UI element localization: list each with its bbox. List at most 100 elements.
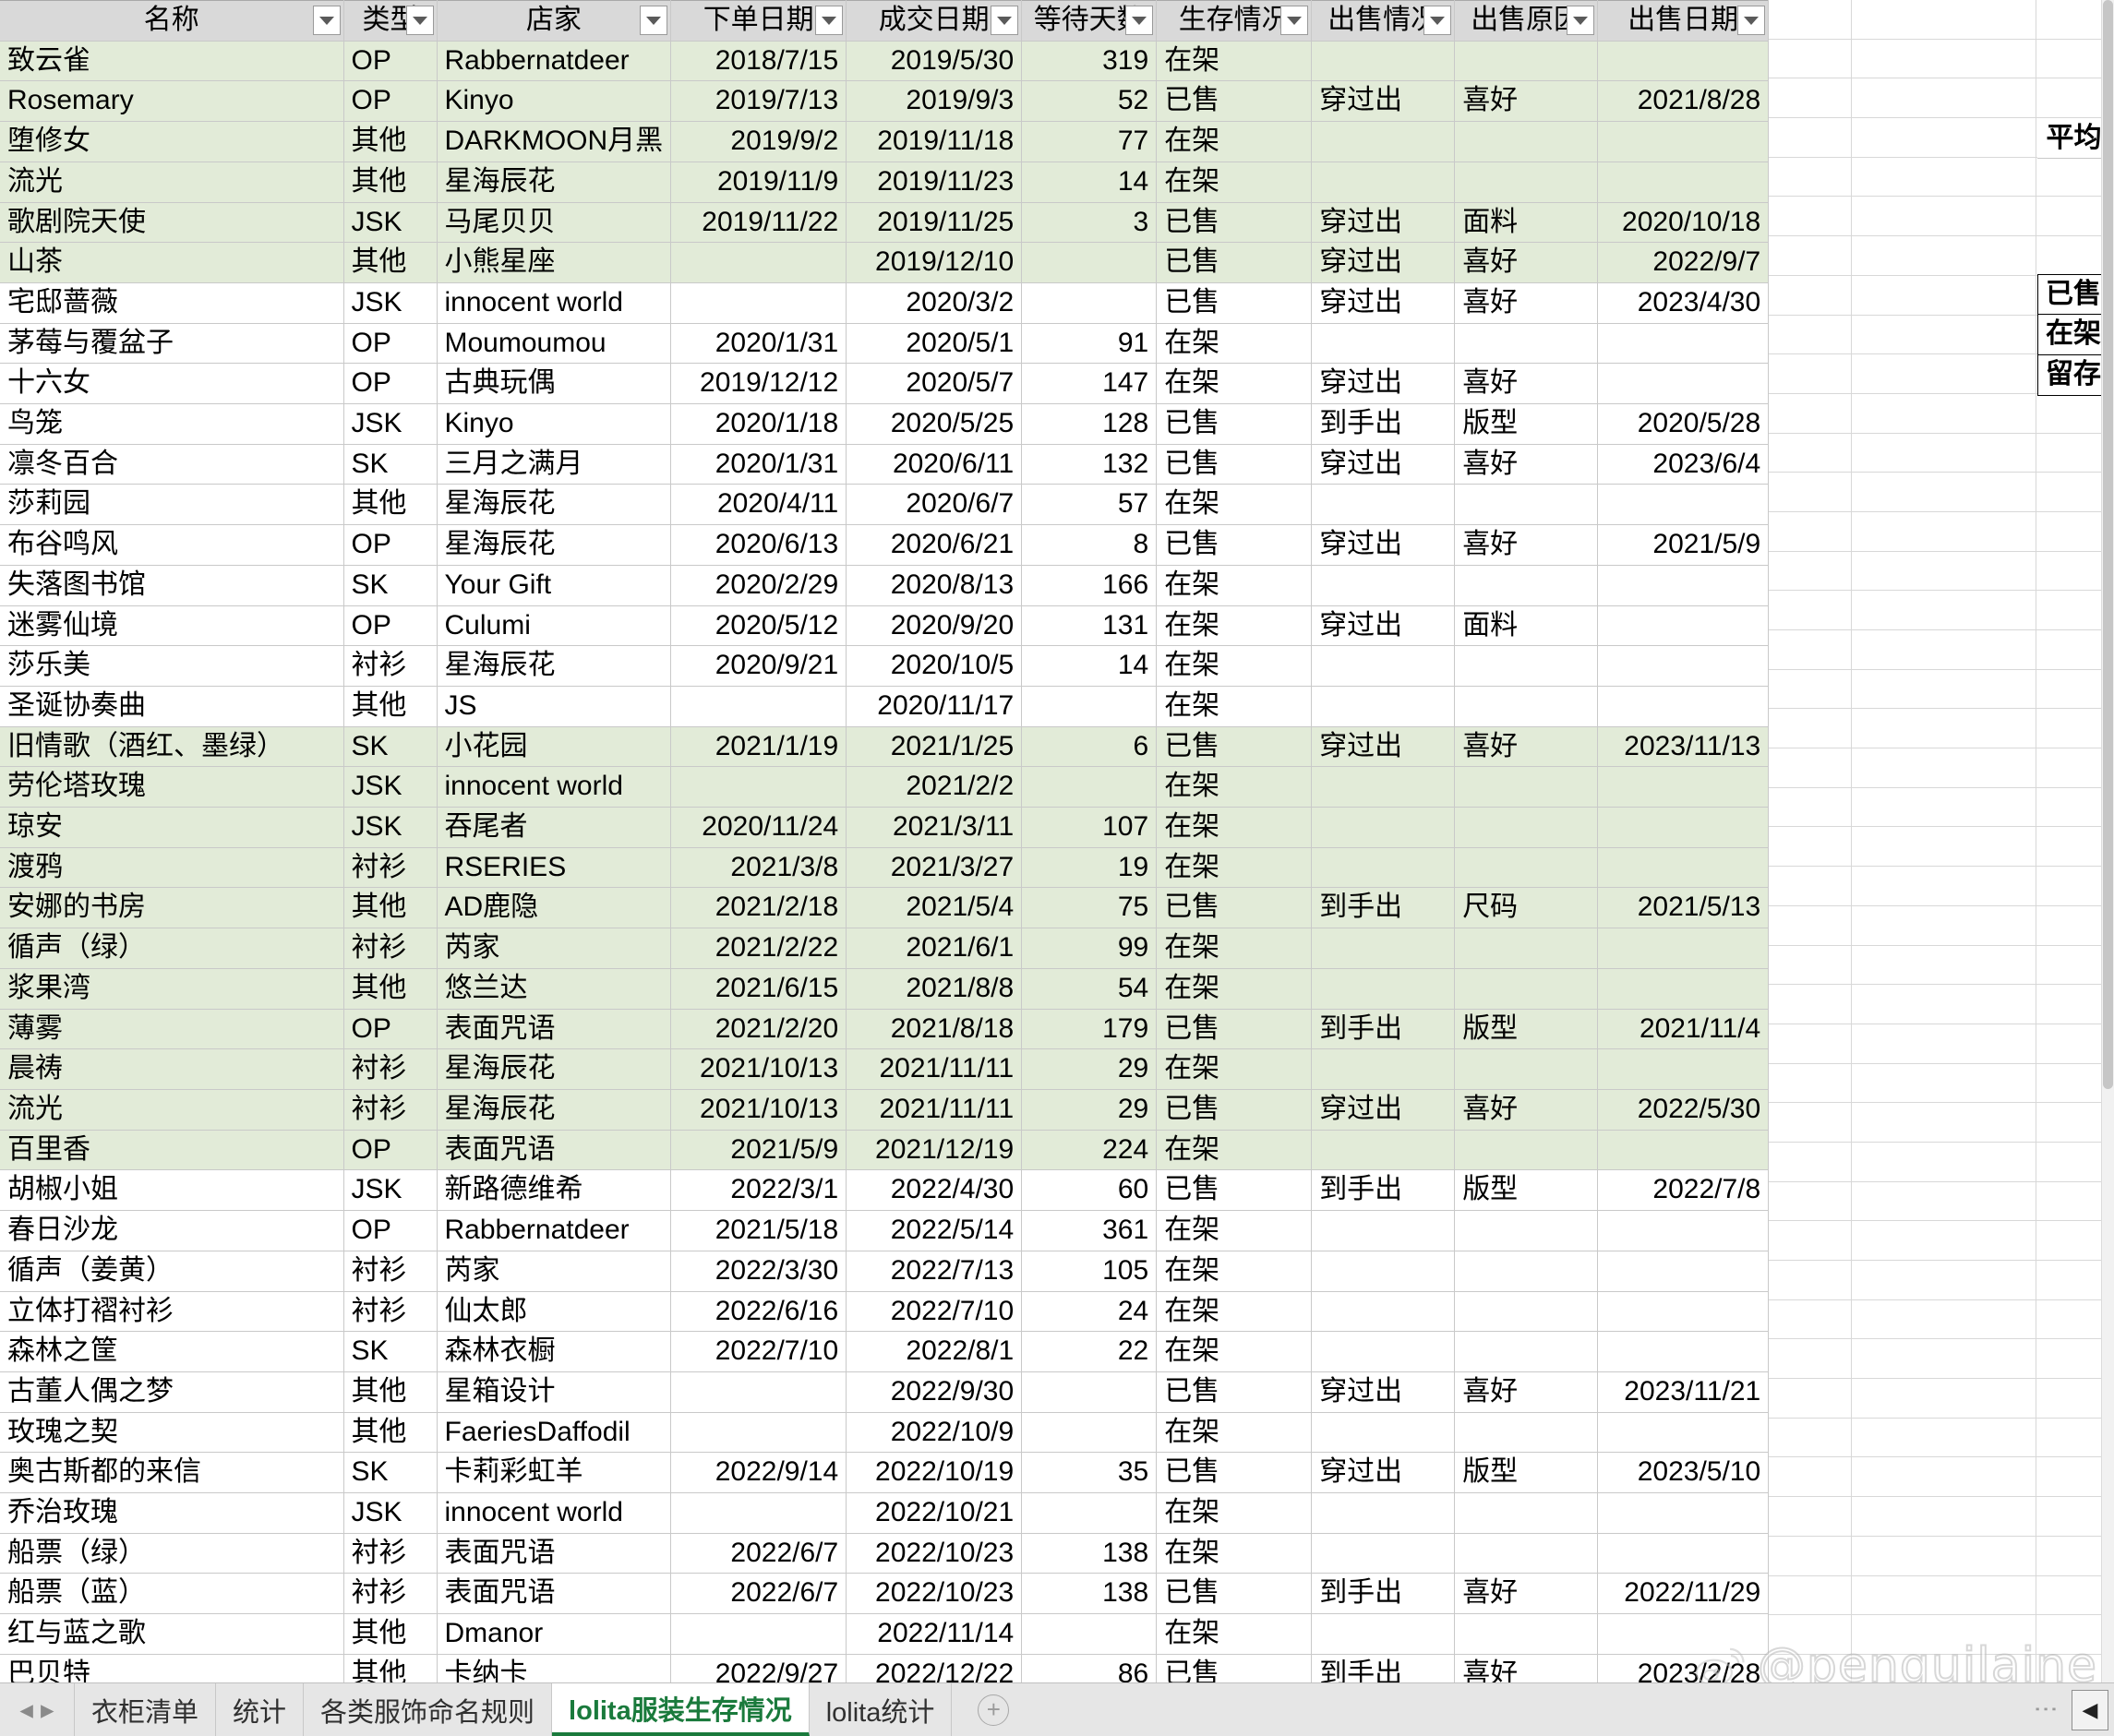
cell-deal_date[interactable]: 2021/6/1 <box>846 928 1023 969</box>
cell-sell_date[interactable]: 2023/6/4 <box>1597 444 1770 485</box>
cell-sell_reason[interactable] <box>1454 565 1599 606</box>
filter-dropdown-shop[interactable] <box>640 6 668 36</box>
cell-shop[interactable]: 森林衣橱 <box>437 1331 672 1372</box>
cell-type[interactable]: 衬衫 <box>343 645 438 687</box>
cell-status[interactable]: 在架 <box>1156 1291 1313 1333</box>
cell-status[interactable]: 在架 <box>1156 645 1313 687</box>
cell-sell_date[interactable] <box>1597 323 1770 365</box>
cell-sell_date[interactable] <box>1597 121 1770 162</box>
cell-shop[interactable]: 小花园 <box>437 726 672 768</box>
cell-shop[interactable]: FaeriesDaffodil <box>437 1412 672 1454</box>
table-row[interactable]: 劳伦塔玫瑰 JSK innocent world 2021/2/2 在架 <box>0 766 1770 808</box>
cell-sell_cond[interactable]: 穿过出 <box>1311 605 1456 647</box>
cell-status[interactable]: 在架 <box>1156 686 1313 727</box>
table-row[interactable]: 船票（绿） 衬衫 表面咒语 2022/6/7 2022/10/23 138 在架 <box>0 1533 1770 1574</box>
add-sheet-button[interactable]: + <box>952 1683 1035 1736</box>
cell-sell_cond[interactable] <box>1311 121 1456 162</box>
cell-sell_cond[interactable] <box>1311 1492 1456 1534</box>
sheet-tab[interactable]: 各类服饰命名规则 <box>304 1683 553 1736</box>
cell-sell_date[interactable] <box>1597 1412 1770 1454</box>
cell-sell_cond[interactable] <box>1311 807 1456 848</box>
cell-deal_date[interactable]: 2020/3/2 <box>846 282 1023 324</box>
cell-shop[interactable]: DARKMOON月黑 <box>437 121 672 162</box>
cell-deal_date[interactable]: 2020/8/13 <box>846 565 1023 606</box>
table-row[interactable]: 歌剧院天使 JSK 马尾贝贝 2019/11/22 2019/11/25 3 已售 穿过出 面料… <box>0 202 1770 244</box>
cell-shop[interactable]: RSERIES <box>437 847 672 889</box>
cell-name[interactable]: 堕修女 <box>0 121 344 162</box>
cell-sell_reason[interactable]: 喜好 <box>1454 1573 1599 1615</box>
cell-status[interactable]: 在架 <box>1156 1492 1313 1534</box>
cell-sell_reason[interactable] <box>1454 766 1599 808</box>
cell-status[interactable]: 在架 <box>1156 121 1313 162</box>
table-row[interactable]: 百里香 OP 表面咒语 2021/5/9 2021/12/19 224 在架 <box>0 1130 1770 1171</box>
table-row[interactable]: 琼安 JSK 吞尾者 2020/11/24 2021/3/11 107 在架 <box>0 807 1770 848</box>
cell-order_date[interactable]: 2021/10/13 <box>670 1048 847 1090</box>
cell-deal_date[interactable]: 2021/3/27 <box>846 847 1023 889</box>
cell-sell_reason[interactable]: 版型 <box>1454 1169 1599 1212</box>
cell-type[interactable]: SK <box>343 726 438 768</box>
cell-type[interactable]: JSK <box>343 403 438 445</box>
cell-sell_reason[interactable]: 喜好 <box>1454 524 1599 566</box>
cell-wait_days[interactable] <box>1021 1613 1158 1655</box>
cell-order_date[interactable]: 2019/11/22 <box>670 202 847 244</box>
cell-sell_cond[interactable] <box>1311 645 1456 687</box>
cell-type[interactable]: JSK <box>343 807 438 848</box>
cell-order_date[interactable]: 2022/6/16 <box>670 1291 847 1333</box>
cell-wait_days[interactable]: 77 <box>1021 121 1158 162</box>
cell-sell_date[interactable] <box>1597 41 1770 82</box>
cell-sell_date[interactable]: 2021/8/28 <box>1597 80 1770 123</box>
cell-order_date[interactable] <box>670 282 847 324</box>
cell-sell_cond[interactable]: 穿过出 <box>1311 524 1456 566</box>
cell-deal_date[interactable]: 2022/10/23 <box>846 1573 1023 1615</box>
cell-order_date[interactable]: 2021/1/19 <box>670 726 847 768</box>
cell-order_date[interactable]: 2020/5/12 <box>670 605 847 647</box>
cell-wait_days[interactable] <box>1021 1492 1158 1534</box>
cell-deal_date[interactable]: 2022/9/30 <box>846 1371 1023 1413</box>
cell-sell_cond[interactable] <box>1311 484 1456 526</box>
cell-wait_days[interactable]: 99 <box>1021 928 1158 969</box>
cell-shop[interactable]: 星海辰花 <box>437 162 672 203</box>
table-row[interactable]: 堕修女 其他 DARKMOON月黑 2019/9/2 2019/11/18 77 在架 <box>0 121 1770 162</box>
cell-sell_reason[interactable] <box>1454 1533 1599 1574</box>
cell-type[interactable]: JSK <box>343 1169 438 1212</box>
cell-sell_reason[interactable] <box>1454 1291 1599 1333</box>
cell-order_date[interactable]: 2022/3/30 <box>670 1251 847 1292</box>
filter-dropdown-sell_reason[interactable] <box>1567 6 1595 36</box>
cell-status[interactable]: 已售 <box>1156 887 1313 929</box>
cell-sell_reason[interactable] <box>1454 968 1599 1010</box>
cell-wait_days[interactable]: 57 <box>1021 484 1158 526</box>
cell-status[interactable]: 已售 <box>1156 1169 1313 1212</box>
cell-sell_cond[interactable]: 穿过出 <box>1311 80 1456 123</box>
table-row[interactable]: 循声（绿） 衬衫 芮家 2021/2/22 2021/6/1 99 在架 <box>0 928 1770 969</box>
cell-name[interactable]: 凛冬百合 <box>0 444 344 485</box>
cell-sell_reason[interactable]: 面料 <box>1454 605 1599 647</box>
cell-type[interactable]: JSK <box>343 766 438 808</box>
cell-status[interactable]: 在架 <box>1156 847 1313 889</box>
cell-status[interactable]: 在架 <box>1156 1613 1313 1655</box>
table-row[interactable]: 流光 其他 星海辰花 2019/11/9 2019/11/23 14 在架 <box>0 162 1770 203</box>
cell-type[interactable]: JSK <box>343 1492 438 1534</box>
cell-type[interactable]: 其他 <box>343 1412 438 1454</box>
cell-deal_date[interactable]: 2019/12/10 <box>846 242 1023 283</box>
cell-status[interactable]: 已售 <box>1156 444 1313 485</box>
cell-shop[interactable]: 星海辰花 <box>437 484 672 526</box>
table-row[interactable]: 流光 衬衫 星海辰花 2021/10/13 2021/11/11 29 已售 穿过出 喜好 202… <box>0 1089 1770 1131</box>
column-header-name[interactable]: 名称 <box>0 0 344 42</box>
cell-shop[interactable]: Your Gift <box>437 565 672 606</box>
cell-order_date[interactable] <box>670 242 847 283</box>
cell-wait_days[interactable]: 138 <box>1021 1533 1158 1574</box>
cell-sell_date[interactable] <box>1597 807 1770 848</box>
cell-name[interactable]: 琼安 <box>0 807 344 848</box>
cell-name[interactable]: 玫瑰之契 <box>0 1412 344 1454</box>
cell-status[interactable]: 在架 <box>1156 968 1313 1010</box>
cell-status[interactable]: 在架 <box>1156 1331 1313 1372</box>
cell-status[interactable]: 在架 <box>1156 162 1313 203</box>
cell-name[interactable]: 红与蓝之歌 <box>0 1613 344 1655</box>
cell-sell_reason[interactable] <box>1454 1048 1599 1090</box>
cell-sell_date[interactable] <box>1597 968 1770 1010</box>
cell-type[interactable]: OP <box>343 80 438 123</box>
cell-sell_reason[interactable]: 喜好 <box>1454 363 1599 405</box>
cell-shop[interactable]: 芮家 <box>437 1251 672 1292</box>
cell-status[interactable]: 在架 <box>1156 1048 1313 1090</box>
vertical-scrollbar[interactable] <box>2101 0 2114 1682</box>
